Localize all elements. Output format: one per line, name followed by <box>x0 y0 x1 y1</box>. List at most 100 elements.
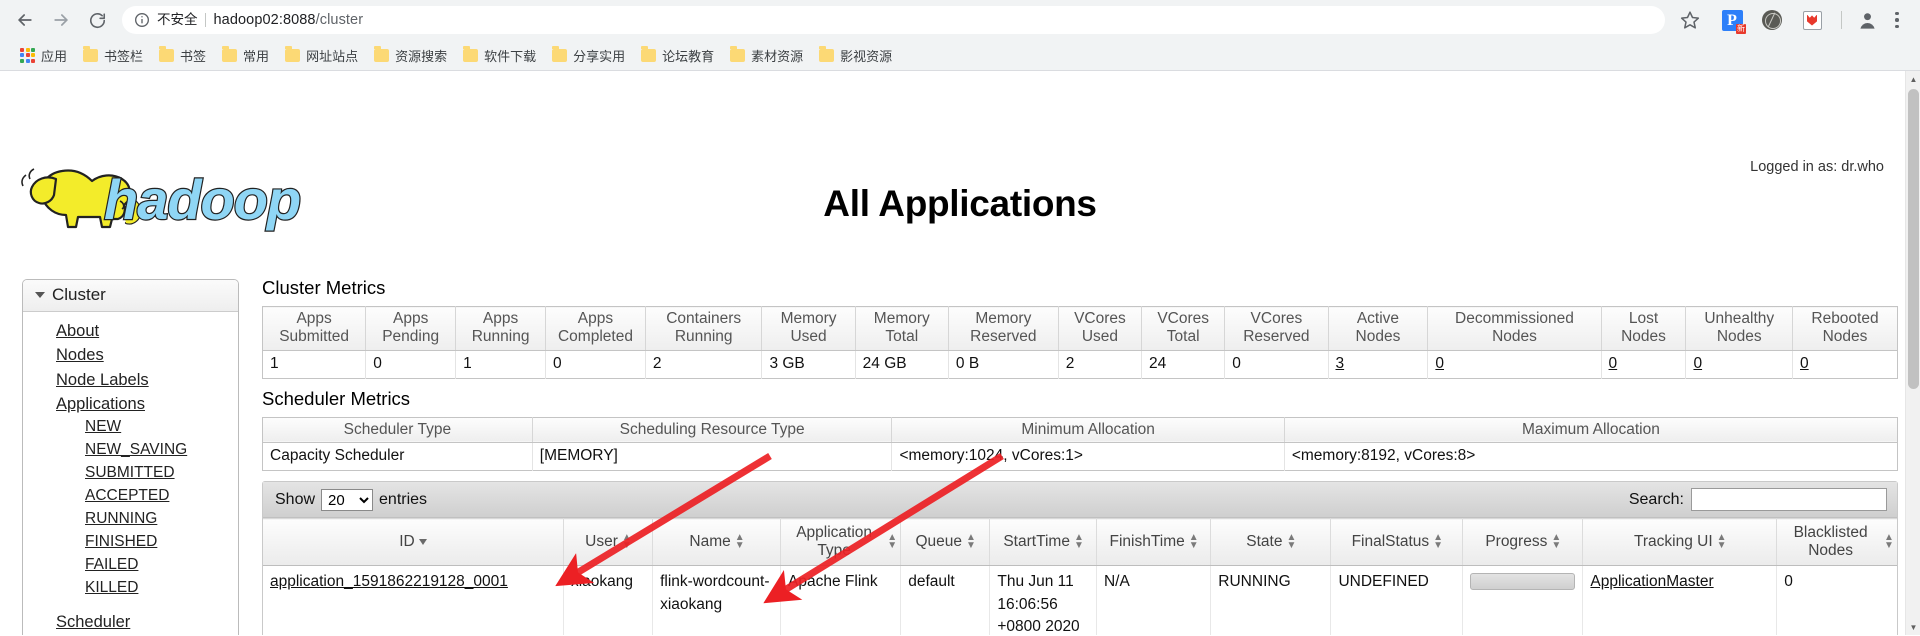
sidebar-item-failed[interactable]: FAILED <box>23 554 238 577</box>
globe-extension-icon <box>1762 10 1782 30</box>
bookmark-label: 常用 <box>243 48 270 64</box>
val-decommissioned-nodes[interactable]: 0 <box>1427 350 1602 379</box>
tracking-ui-link[interactable]: ApplicationMaster <box>1590 573 1713 590</box>
applications-table: ID User ▲ ▼ Name ▲ ▼ Application Type ▲ ▼ Queu… <box>263 518 1897 635</box>
col-name[interactable]: Name ▲ ▼ <box>652 518 782 567</box>
sidebar-item-new-saving[interactable]: NEW_SAVING <box>23 439 238 462</box>
bookmark-folder-10[interactable]: 影视资源 <box>811 43 900 68</box>
address-bar[interactable]: 不安全 hadoop02:8088/cluster <box>122 6 1665 34</box>
bookmark-folder-7[interactable]: 分享实用 <box>544 43 633 68</box>
col-decommissioned-nodes: Decommissioned Nodes <box>1427 306 1602 351</box>
sort-both-icon: ▲ ▼ <box>1433 531 1444 551</box>
sidebar-item-new[interactable]: NEW <box>23 416 238 439</box>
col-user[interactable]: User ▲ ▼ <box>563 518 654 567</box>
col-finishtime[interactable]: FinishTime ▲ ▼ <box>1096 518 1212 567</box>
col-tracking-ui[interactable]: Tracking UI ▲ ▼ <box>1582 518 1778 567</box>
cell-name: flink-wordcount-xiaokang <box>652 565 782 635</box>
sidebar-item-running[interactable]: RUNNING <box>23 508 238 531</box>
sidebar-item-accepted[interactable]: ACCEPTED <box>23 485 238 508</box>
col-scheduling-resource-type: Scheduling Resource Type <box>532 417 893 444</box>
browser-chrome: 不安全 hadoop02:8088/cluster P 新 应用 书签栏 书签 … <box>0 0 1920 71</box>
back-button[interactable] <box>8 3 42 37</box>
profile-button[interactable] <box>1852 5 1882 35</box>
sidebar-item-nodes[interactable]: Nodes <box>23 343 238 367</box>
reload-button[interactable] <box>80 3 114 37</box>
sidebar-item-scheduler[interactable]: Scheduler <box>23 610 238 634</box>
col-apps-running: Apps Running <box>455 306 547 351</box>
kebab-menu-icon <box>1895 11 1899 16</box>
bookmark-label: 软件下载 <box>484 48 537 64</box>
sidebar-item-node-labels[interactable]: Node Labels <box>23 368 238 392</box>
cell-state: RUNNING <box>1210 565 1332 635</box>
col-progress[interactable]: Progress ▲ ▼ <box>1462 518 1584 567</box>
cluster-nav-title: Cluster <box>52 285 106 304</box>
bookmark-folder-3[interactable]: 常用 <box>214 43 277 68</box>
scrollbar-thumb[interactable] <box>1908 89 1919 389</box>
col-queue[interactable]: Queue ▲ ▼ <box>900 518 991 567</box>
security-shield-extension-button[interactable] <box>1798 6 1826 34</box>
val-rebooted-nodes[interactable]: 0 <box>1793 350 1898 378</box>
col-starttime[interactable]: StartTime ▲ ▼ <box>989 518 1097 567</box>
bookmark-folder-2[interactable]: 书签 <box>151 43 214 68</box>
val-memory-total: 24 GB <box>855 350 949 379</box>
forward-button[interactable] <box>44 3 78 37</box>
val-vcores-total: 24 <box>1141 350 1226 379</box>
page-title: All Applications <box>823 183 1097 224</box>
cell-progress <box>1462 565 1584 635</box>
cluster-nav-header[interactable]: Cluster <box>23 280 238 312</box>
col-unhealthy-nodes: Unhealthy Nodes <box>1685 306 1793 351</box>
col-blacklisted-nodes[interactable]: Blacklisted Nodes ▲ ▼ <box>1776 518 1897 567</box>
col-containers-running: Containers Running <box>645 306 763 351</box>
bookmark-folder-8[interactable]: 论坛教育 <box>633 43 722 68</box>
bookmark-folder-4[interactable]: 网址站点 <box>277 43 366 68</box>
entries-select[interactable]: 20 40 60 80 100 <box>321 488 374 511</box>
col-apps-completed: Apps Completed <box>545 306 646 351</box>
sort-both-icon: ▲ ▼ <box>621 531 632 551</box>
bookmark-star-button[interactable] <box>1675 5 1705 35</box>
page-scrollbar[interactable]: ▲ ▼ <box>1905 71 1920 635</box>
val-active-nodes[interactable]: 3 <box>1328 350 1429 379</box>
col-vcores-total: VCores Total <box>1141 306 1226 351</box>
applications-table-wrapper: Show 20 40 60 80 100 entries Search: <box>262 481 1898 635</box>
val-lost-nodes[interactable]: 0 <box>1601 350 1687 379</box>
sort-both-icon: ▲ ▼ <box>1188 531 1199 551</box>
shield-icon <box>1802 10 1822 30</box>
sidebar-item-applications[interactable]: Applications <box>23 392 238 416</box>
col-vcores-reserved: VCores Reserved <box>1224 306 1329 351</box>
applications-toolbar: Show 20 40 60 80 100 entries Search: <box>263 482 1897 519</box>
arrow-left-icon <box>18 14 32 26</box>
bookmark-label: 网址站点 <box>306 48 359 64</box>
scrollbar-down-button[interactable]: ▼ <box>1906 619 1920 635</box>
col-state[interactable]: State ▲ ▼ <box>1210 518 1332 567</box>
bookmark-folder-9[interactable]: 素材资源 <box>722 43 811 68</box>
col-vcores-used: VCores Used <box>1058 306 1143 351</box>
page-content: Logged in as: dr.who hadoop All Applicat… <box>0 71 1920 635</box>
sort-desc-icon <box>418 538 427 545</box>
val-unhealthy-nodes[interactable]: 0 <box>1685 350 1793 379</box>
bookmark-label: 应用 <box>41 48 68 64</box>
bookmark-apps[interactable]: 应用 <box>12 43 75 68</box>
application-id-link[interactable]: application_1591862219128_0001 <box>270 573 508 590</box>
col-maximum-allocation: Maximum Allocation <box>1284 417 1898 444</box>
col-application-type[interactable]: Application Type ▲ ▼ <box>780 518 902 567</box>
baidu-extension-button[interactable]: P 新 <box>1718 6 1746 34</box>
cell-queue: default <box>900 565 991 635</box>
search-input[interactable] <box>1691 488 1887 512</box>
globe-extension-button[interactable] <box>1758 6 1786 34</box>
scrollbar-up-button[interactable]: ▲ <box>1906 71 1920 87</box>
sidebar-item-about[interactable]: About <box>23 319 238 343</box>
bookmark-folder-6[interactable]: 软件下载 <box>455 43 544 68</box>
col-name-label: Name <box>689 533 731 551</box>
bookmark-folder-5[interactable]: 资源搜索 <box>366 43 455 68</box>
main-content: Cluster Metrics Apps Submitted Apps Pend… <box>262 277 1898 635</box>
toolbar-divider <box>1841 11 1842 29</box>
bookmark-folder-1[interactable]: 书签栏 <box>75 43 151 68</box>
col-finalstatus[interactable]: FinalStatus ▲ ▼ <box>1330 518 1464 567</box>
col-id[interactable]: ID <box>263 518 564 567</box>
sidebar-item-killed[interactable]: KILLED <box>23 577 238 600</box>
cell-finishtime: N/A <box>1096 565 1212 635</box>
security-status-label: 不安全 <box>157 13 206 27</box>
sidebar-item-submitted[interactable]: SUBMITTED <box>23 462 238 485</box>
chrome-menu-button[interactable] <box>1884 5 1910 35</box>
sidebar-item-finished[interactable]: FINISHED <box>23 531 238 554</box>
